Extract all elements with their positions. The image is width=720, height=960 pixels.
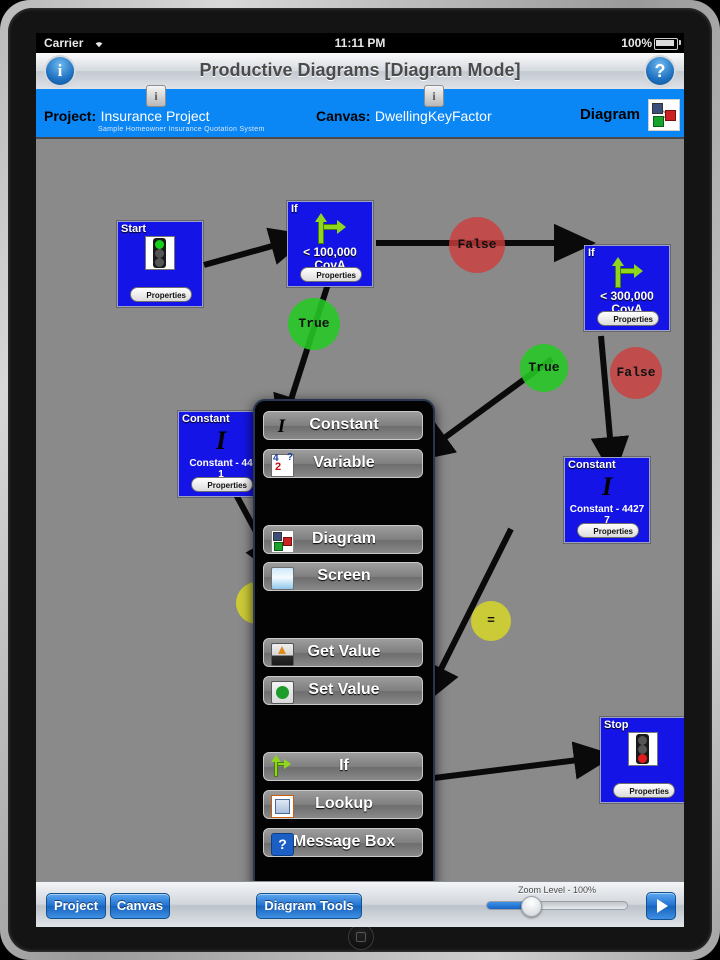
menu-item-label: Screen bbox=[317, 567, 371, 584]
italic-i-icon: I bbox=[215, 426, 227, 455]
project-button[interactable]: Project bbox=[46, 893, 106, 919]
node-caption: Stop bbox=[604, 719, 629, 731]
node-if-100000[interactable]: If < 100,000 CovA Properties bbox=[287, 201, 373, 287]
canvas-label: Canvas: bbox=[316, 108, 371, 124]
properties-button[interactable]: Properties bbox=[613, 783, 675, 798]
menu-item-label: Diagram bbox=[311, 530, 377, 547]
menu-item-message-box[interactable]: ? Message Box bbox=[263, 828, 423, 857]
menu-item-label: Constant bbox=[309, 416, 379, 433]
diagram-icon[interactable] bbox=[648, 99, 680, 131]
diagram-canvas[interactable]: Start Properties If < 100,000 CovA Prope… bbox=[36, 137, 684, 917]
menu-item-label: Message Box bbox=[292, 833, 396, 850]
branch-label-false[interactable]: False bbox=[610, 347, 662, 399]
traffic-light-red-icon bbox=[601, 732, 684, 771]
branch-label-true[interactable]: True bbox=[520, 344, 568, 392]
battery-icon bbox=[654, 38, 678, 50]
menu-item-if[interactable]: If bbox=[263, 752, 423, 781]
diagram-tools-menu[interactable]: I Constant ? Variable Diagram Screen Get… bbox=[253, 399, 435, 907]
menu-item-label: Get Value bbox=[307, 643, 381, 660]
project-label: Project: bbox=[44, 108, 97, 124]
properties-button[interactable]: Properties bbox=[300, 267, 362, 282]
mode-label: Diagram bbox=[579, 106, 640, 123]
run-button[interactable] bbox=[646, 892, 676, 920]
status-bar: Carrier 11:11 PM 100% bbox=[36, 33, 684, 53]
battery-label: 100% bbox=[621, 36, 652, 50]
nav-bar: i Productive Diagrams [Diagram Mode] ? bbox=[36, 53, 684, 90]
project-info-icon[interactable]: i bbox=[146, 85, 166, 107]
canvas-info-icon[interactable]: i bbox=[424, 85, 444, 107]
menu-item-get-value[interactable]: Get Value bbox=[263, 638, 423, 667]
project-name: Insurance Project bbox=[100, 108, 210, 124]
menu-item-lookup[interactable]: Lookup bbox=[263, 790, 423, 819]
node-caption: Constant bbox=[182, 413, 230, 425]
project-bar: Project: Insurance Project i Sample Home… bbox=[36, 85, 684, 137]
zoom-slider-knob[interactable] bbox=[521, 896, 542, 917]
battery-nub-icon bbox=[679, 40, 681, 45]
node-if-300000[interactable]: If < 300,000 CovA Properties bbox=[584, 245, 670, 331]
project-info: Project: Insurance Project bbox=[44, 108, 210, 126]
device-frame: Carrier 11:11 PM 100% i Productive Diagr… bbox=[0, 0, 720, 960]
node-constant-left[interactable]: Constant I Constant - 44 1 Properties bbox=[178, 411, 264, 497]
help-button[interactable]: ? bbox=[646, 57, 674, 85]
zoom-slider[interactable] bbox=[486, 901, 628, 910]
zoom-level-label: Zoom Level - 100% bbox=[517, 885, 597, 895]
menu-item-constant[interactable]: I Constant bbox=[263, 411, 423, 440]
branch-label-equals[interactable]: = bbox=[471, 601, 511, 641]
node-caption: Constant bbox=[568, 459, 616, 471]
node-start[interactable]: Start Properties bbox=[117, 221, 203, 307]
menu-item-diagram[interactable]: Diagram bbox=[263, 525, 423, 554]
menu-item-set-value[interactable]: Set Value bbox=[263, 676, 423, 705]
canvas-name: DwellingKeyFactor bbox=[374, 108, 492, 124]
node-caption: Start bbox=[121, 223, 147, 235]
node-constant-right[interactable]: Constant I Constant - 4427 7 Properties bbox=[564, 457, 650, 543]
branch-label-true[interactable]: True bbox=[288, 298, 340, 350]
diagram-tools-button[interactable]: Diagram Tools bbox=[256, 893, 362, 919]
screen: Carrier 11:11 PM 100% i Productive Diagr… bbox=[36, 33, 684, 927]
italic-i-icon: I bbox=[601, 472, 613, 501]
home-button[interactable] bbox=[348, 924, 374, 950]
node-caption: If bbox=[291, 203, 298, 215]
canvas-info: Canvas: DwellingKeyFactor bbox=[316, 108, 492, 126]
menu-item-variable[interactable]: ? Variable bbox=[263, 449, 423, 478]
branch-label-false[interactable]: False bbox=[449, 217, 505, 273]
properties-button[interactable]: Properties bbox=[597, 311, 659, 326]
menu-item-screen[interactable]: Screen bbox=[263, 562, 423, 591]
traffic-light-green-icon bbox=[118, 236, 202, 275]
canvas-button[interactable]: Canvas bbox=[110, 893, 170, 919]
clock-label: 11:11 PM bbox=[334, 36, 386, 50]
menu-item-label: Variable bbox=[313, 454, 375, 471]
menu-item-label: Lookup bbox=[315, 795, 373, 812]
bottom-toolbar: Project Canvas Diagram Tools Zoom Level … bbox=[36, 881, 684, 927]
page-title: Productive Diagrams [Diagram Mode] bbox=[199, 60, 521, 80]
project-subtitle: Sample Homeowner Insurance Quotation Sys… bbox=[98, 126, 265, 133]
node-caption: If bbox=[588, 247, 595, 259]
menu-item-label: Set Value bbox=[308, 681, 380, 698]
properties-button[interactable]: Properties bbox=[130, 287, 192, 302]
menu-item-label: If bbox=[339, 757, 349, 774]
node-stop[interactable]: Stop Properties bbox=[600, 717, 684, 803]
properties-button[interactable]: Properties bbox=[191, 477, 253, 492]
properties-button[interactable]: Properties bbox=[577, 523, 639, 538]
